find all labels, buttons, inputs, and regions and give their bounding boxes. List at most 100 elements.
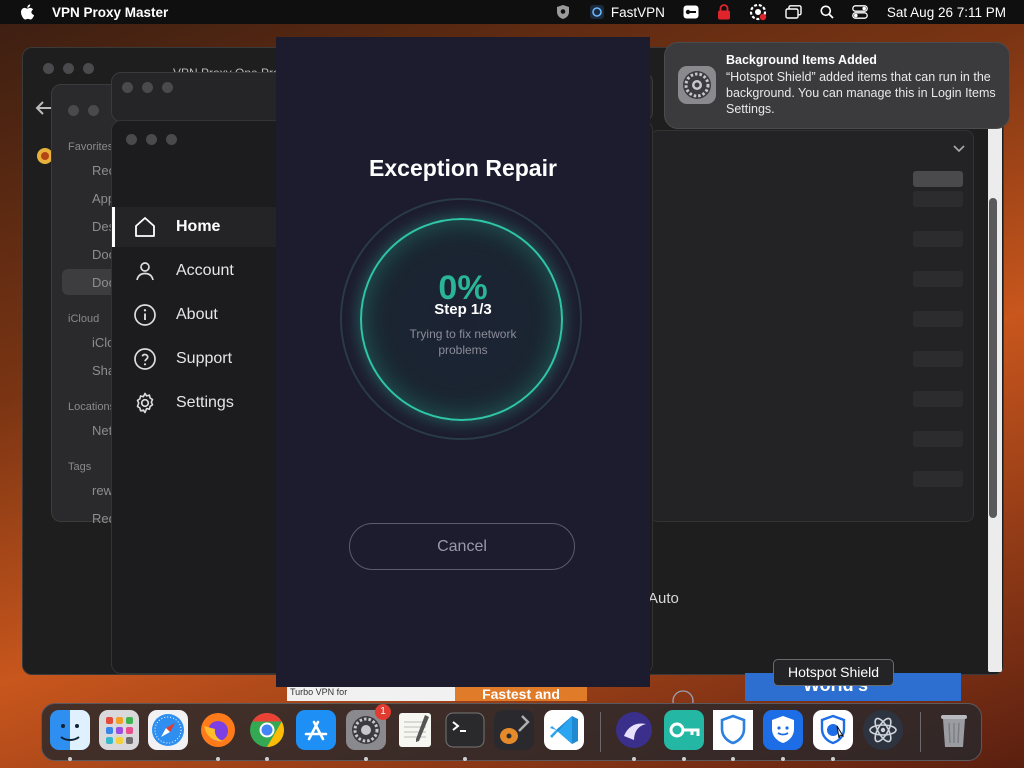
minimize-button[interactable]: [146, 134, 157, 145]
list-row[interactable]: [913, 471, 963, 487]
sidebar-item-label: Account: [176, 262, 234, 279]
lock-icon[interactable]: [717, 4, 731, 20]
control-center-icon[interactable]: [852, 5, 868, 19]
settings-panel: [650, 130, 974, 522]
ad-banner-left[interactable]: Turbo VPN for: [287, 687, 455, 701]
dock-safari[interactable]: [148, 710, 188, 750]
dock-key-vpn[interactable]: [664, 710, 704, 750]
dock-tooltip: Hotspot Shield: [773, 659, 894, 686]
sidebar-item-about[interactable]: About: [112, 295, 276, 335]
running-indicator: [364, 757, 368, 761]
notification-body: “Hotspot Shield” added items that can ru…: [726, 70, 996, 116]
dock-app-store[interactable]: [296, 710, 336, 750]
sidebar-section: Tags: [68, 461, 92, 473]
dock-separator: [920, 712, 921, 752]
hotspot-shield-white-icon: [820, 714, 846, 745]
running-indicator: [463, 757, 467, 761]
minimize-button[interactable]: [63, 63, 74, 74]
dialog-title: Exception Repair: [369, 155, 557, 181]
system-settings-icon: [678, 66, 716, 104]
vpn-gear-icon[interactable]: [749, 3, 767, 21]
dock-vpn-proxy-master[interactable]: [713, 710, 753, 750]
notification-badge: 1: [375, 704, 391, 720]
close-button[interactable]: [122, 82, 133, 93]
sidebar-section: iCloud: [68, 313, 100, 325]
chrome-icon: [250, 713, 284, 747]
sidebar-item-home[interactable]: Home: [112, 207, 279, 247]
sidebar-section: Locations: [68, 401, 116, 413]
list-row[interactable]: [913, 351, 963, 367]
close-button[interactable]: [68, 105, 79, 116]
sidebar-item-settings[interactable]: Settings: [112, 383, 276, 423]
dock-proton[interactable]: [614, 710, 654, 750]
list-row[interactable]: [913, 431, 963, 447]
shield-status-icon[interactable]: [555, 4, 571, 20]
terminal-icon: [445, 712, 485, 748]
sidebar-item[interactable]: rew: [92, 483, 113, 498]
list-row[interactable]: [913, 231, 963, 247]
key-icon[interactable]: [683, 5, 699, 19]
cancel-button[interactable]: Cancel: [349, 523, 575, 570]
proton-icon: [616, 712, 652, 748]
dock-firefox[interactable]: [198, 710, 238, 750]
spotlight-search-icon[interactable]: [820, 5, 834, 19]
running-indicator: [731, 757, 735, 761]
dock-hotspot-shield-blue[interactable]: [763, 710, 803, 750]
ad-strip: Turbo VPN for Fastest and: [287, 687, 587, 701]
sidebar-item-support[interactable]: Support: [112, 339, 276, 379]
vscode-icon: [544, 710, 584, 750]
trash-icon: [941, 715, 967, 747]
sidebar-item-label: Home: [176, 218, 221, 235]
dock-vscode[interactable]: [544, 710, 584, 750]
dock-atom[interactable]: [863, 710, 903, 750]
clock[interactable]: Sat Aug 26 7:11 PM: [887, 5, 1006, 20]
list-row[interactable]: [913, 171, 963, 187]
dock-system-settings[interactable]: 1: [346, 704, 391, 750]
sidebar-item-label: Settings: [176, 394, 234, 411]
windows-icon[interactable]: [785, 5, 802, 19]
dock-garageband[interactable]: [494, 710, 534, 750]
progress-ring: [360, 218, 563, 421]
list-row[interactable]: [913, 391, 963, 407]
close-button[interactable]: [43, 63, 54, 74]
exception-repair-dialog: Exception Repair 0% Step 1/3 Trying to f…: [276, 37, 650, 687]
fastvpn-label: FastVPN: [610, 4, 665, 20]
launchpad-icon: [99, 710, 139, 750]
chevron-down-icon[interactable]: [953, 145, 965, 153]
dock-launchpad[interactable]: [99, 710, 139, 750]
list-row[interactable]: [913, 311, 963, 327]
dock-trash[interactable]: [934, 710, 974, 750]
apple-logo-icon[interactable]: [20, 4, 34, 20]
zoom-button[interactable]: [162, 82, 173, 93]
sidebar-item-label: About: [176, 306, 218, 323]
dock-separator: [600, 712, 601, 752]
dock-textedit[interactable]: [395, 710, 435, 750]
status-text: Trying to fix network problems: [409, 327, 517, 357]
dock-hotspot-shield[interactable]: [813, 710, 853, 750]
minimize-button[interactable]: [88, 105, 99, 116]
zoom-button[interactable]: [83, 63, 94, 74]
dock-chrome[interactable]: [247, 710, 287, 750]
running-indicator: [68, 757, 72, 761]
textedit-icon: [399, 713, 431, 747]
dock-finder[interactable]: [50, 710, 90, 750]
active-app-name[interactable]: VPN Proxy Master: [52, 5, 168, 20]
info-icon: [134, 304, 156, 326]
menu-bar: VPN Proxy Master FastVPN Sat Aug 26 7:11…: [0, 0, 1024, 24]
dock-terminal[interactable]: [445, 710, 485, 750]
sidebar-item-account[interactable]: Account: [112, 251, 276, 291]
notification-banner[interactable]: Background Items Added “Hotspot Shield” …: [664, 42, 1010, 129]
zoom-button[interactable]: [166, 134, 177, 145]
finder-icon: [50, 710, 90, 750]
close-button[interactable]: [126, 134, 137, 145]
globe-icon: [672, 690, 694, 704]
ad-banner-right[interactable]: Fastest and: [455, 687, 587, 701]
running-indicator: [831, 757, 835, 761]
list-row[interactable]: [913, 271, 963, 287]
scrollbar[interactable]: [989, 198, 997, 518]
minimize-button[interactable]: [142, 82, 153, 93]
firefox-icon: [201, 713, 235, 747]
fastvpn-menu[interactable]: FastVPN: [589, 4, 665, 20]
sidebar-item[interactable]: Net: [92, 423, 112, 438]
list-row[interactable]: [913, 191, 963, 207]
